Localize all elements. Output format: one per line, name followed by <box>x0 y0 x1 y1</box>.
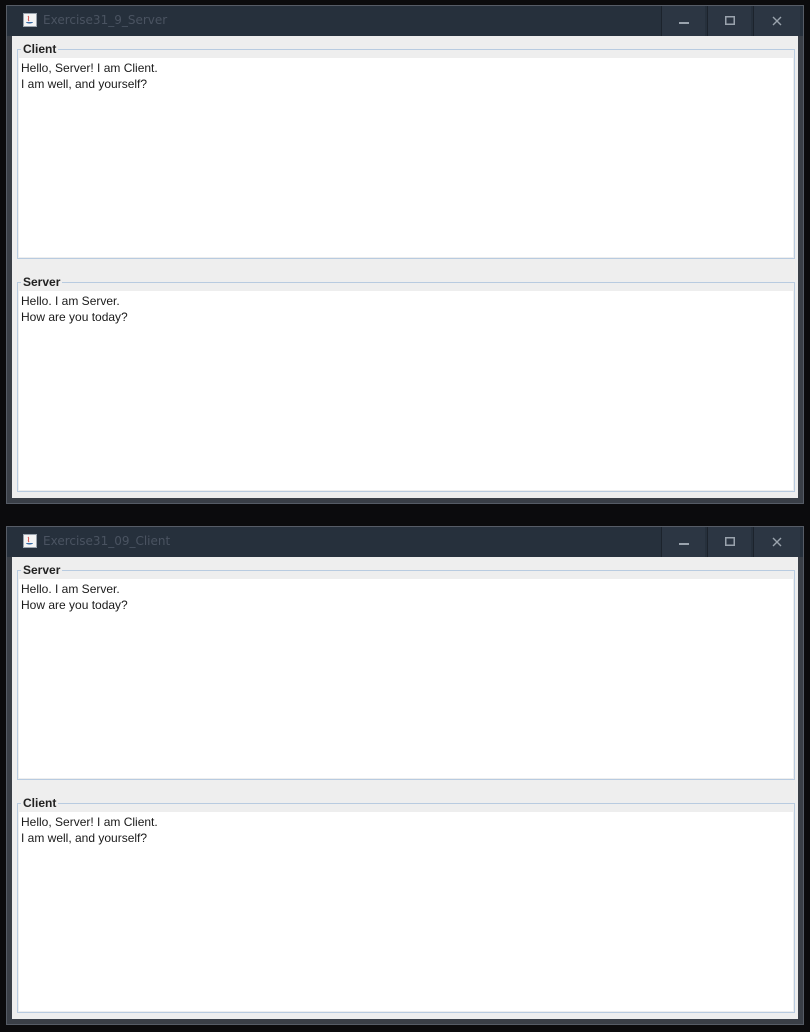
client-panel: Client Hello, Server! I am Client. I am … <box>17 41 795 259</box>
server-text-area[interactable]: Hello. I am Server. How are you today? <box>19 579 793 778</box>
minimize-button[interactable] <box>661 527 705 557</box>
server-panel: Server Hello. I am Server. How are you t… <box>17 562 795 780</box>
java-app-icon <box>23 534 37 548</box>
window-content: Client Hello, Server! I am Client. I am … <box>12 36 798 498</box>
text-line: How are you today? <box>21 310 128 324</box>
text-line: Hello. I am Server. <box>21 582 120 596</box>
title-bar[interactable]: Exercise31_9_Server <box>7 6 803 36</box>
panel-title: Server <box>21 274 63 290</box>
text-line: I am well, and yourself? <box>21 77 148 91</box>
close-button[interactable] <box>753 6 800 36</box>
title-bar[interactable]: Exercise31_09_Client <box>7 527 803 557</box>
panel-title: Client <box>21 795 59 811</box>
server-panel: Server Hello. I am Server. How are you t… <box>17 274 795 492</box>
text-line: I am well, and yourself? <box>21 831 148 845</box>
java-app-icon <box>23 13 37 27</box>
client-text-area[interactable]: Hello, Server! I am Client. I am well, a… <box>19 58 793 257</box>
maximize-icon <box>724 537 735 546</box>
close-icon <box>772 537 782 547</box>
minimize-button[interactable] <box>661 6 705 36</box>
client-window: Exercise31_09_Client Server Hello. I am … <box>6 526 804 1025</box>
panel-title: Server <box>21 562 63 578</box>
client-text-area[interactable]: Hello, Server! I am Client. I am well, a… <box>19 812 793 1011</box>
maximize-button[interactable] <box>707 527 751 557</box>
text-line: How are you today? <box>21 598 128 612</box>
panel-title: Client <box>21 41 59 57</box>
text-line: Hello, Server! I am Client. <box>21 815 158 829</box>
window-title: Exercise31_09_Client <box>43 534 171 548</box>
close-button[interactable] <box>753 527 800 557</box>
window-title: Exercise31_9_Server <box>43 13 168 27</box>
minimize-icon <box>678 22 689 24</box>
maximize-button[interactable] <box>707 6 751 36</box>
client-panel: Client Hello, Server! I am Client. I am … <box>17 795 795 1013</box>
close-icon <box>772 16 782 26</box>
window-content: Server Hello. I am Server. How are you t… <box>12 557 798 1019</box>
maximize-icon <box>724 16 735 25</box>
text-line: Hello, Server! I am Client. <box>21 61 158 75</box>
text-line: Hello. I am Server. <box>21 294 120 308</box>
server-text-area[interactable]: Hello. I am Server. How are you today? <box>19 291 793 490</box>
server-window: Exercise31_9_Server Client Hello, Server… <box>6 5 804 504</box>
minimize-icon <box>678 543 689 545</box>
